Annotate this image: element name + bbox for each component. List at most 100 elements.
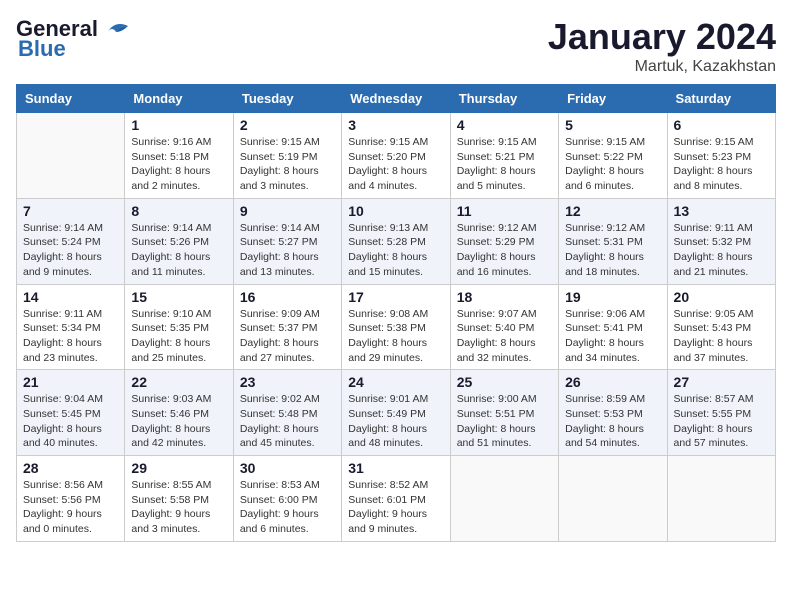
calendar-cell: 16 Sunrise: 9:09 AMSunset: 5:37 PMDayligh… (233, 284, 341, 370)
day-info: Sunrise: 8:57 AMSunset: 5:55 PMDaylight:… (674, 392, 769, 451)
day-info: Sunrise: 9:15 AMSunset: 5:19 PMDaylight:… (240, 135, 335, 194)
weekday-header: Sunday (17, 85, 125, 113)
calendar-week-row: 28 Sunrise: 8:56 AMSunset: 5:56 PMDayligh… (17, 456, 776, 542)
logo-bird-icon (102, 18, 130, 40)
day-info: Sunrise: 8:59 AMSunset: 5:53 PMDaylight:… (565, 392, 660, 451)
calendar-cell (667, 456, 775, 542)
day-number: 28 (23, 460, 118, 476)
location-subtitle: Martuk, Kazakhstan (548, 58, 776, 76)
day-info: Sunrise: 9:12 AMSunset: 5:29 PMDaylight:… (457, 221, 552, 280)
day-info: Sunrise: 9:14 AMSunset: 5:26 PMDaylight:… (131, 221, 226, 280)
calendar-header-row: SundayMondayTuesdayWednesdayThursdayFrid… (17, 85, 776, 113)
day-info: Sunrise: 9:15 AMSunset: 5:21 PMDaylight:… (457, 135, 552, 194)
calendar-cell: 11 Sunrise: 9:12 AMSunset: 5:29 PMDayligh… (450, 198, 558, 284)
calendar-cell: 13 Sunrise: 9:11 AMSunset: 5:32 PMDayligh… (667, 198, 775, 284)
day-number: 27 (674, 374, 769, 390)
day-info: Sunrise: 8:55 AMSunset: 5:58 PMDaylight:… (131, 478, 226, 537)
day-number: 5 (565, 117, 660, 133)
day-number: 24 (348, 374, 443, 390)
day-info: Sunrise: 9:03 AMSunset: 5:46 PMDaylight:… (131, 392, 226, 451)
day-info: Sunrise: 9:14 AMSunset: 5:24 PMDaylight:… (23, 221, 118, 280)
day-number: 15 (131, 289, 226, 305)
calendar-cell: 29 Sunrise: 8:55 AMSunset: 5:58 PMDayligh… (125, 456, 233, 542)
day-number: 8 (131, 203, 226, 219)
calendar-cell: 14Sunrise: 9:11 AMSunset: 5:34 PMDayligh… (17, 284, 125, 370)
calendar-cell: 22 Sunrise: 9:03 AMSunset: 5:46 PMDayligh… (125, 370, 233, 456)
day-info: Sunrise: 9:10 AMSunset: 5:35 PMDaylight:… (131, 307, 226, 366)
weekday-header: Saturday (667, 85, 775, 113)
day-info: Sunrise: 9:12 AMSunset: 5:31 PMDaylight:… (565, 221, 660, 280)
calendar-cell: 3 Sunrise: 9:15 AMSunset: 5:20 PMDaylight… (342, 113, 450, 199)
weekday-header: Monday (125, 85, 233, 113)
day-number: 16 (240, 289, 335, 305)
day-info: Sunrise: 9:00 AMSunset: 5:51 PMDaylight:… (457, 392, 552, 451)
day-number: 31 (348, 460, 443, 476)
calendar-cell: 20 Sunrise: 9:05 AMSunset: 5:43 PMDayligh… (667, 284, 775, 370)
calendar-cell: 2 Sunrise: 9:15 AMSunset: 5:19 PMDaylight… (233, 113, 341, 199)
day-info: Sunrise: 8:56 AMSunset: 5:56 PMDaylight:… (23, 478, 118, 537)
day-number: 11 (457, 203, 552, 219)
calendar-cell: 25 Sunrise: 9:00 AMSunset: 5:51 PMDayligh… (450, 370, 558, 456)
day-number: 3 (348, 117, 443, 133)
day-info: Sunrise: 9:05 AMSunset: 5:43 PMDaylight:… (674, 307, 769, 366)
day-info: Sunrise: 9:04 AMSunset: 5:45 PMDaylight:… (23, 392, 118, 451)
day-number: 17 (348, 289, 443, 305)
day-info: Sunrise: 9:15 AMSunset: 5:20 PMDaylight:… (348, 135, 443, 194)
day-info: Sunrise: 9:15 AMSunset: 5:22 PMDaylight:… (565, 135, 660, 194)
calendar-cell: 15 Sunrise: 9:10 AMSunset: 5:35 PMDayligh… (125, 284, 233, 370)
calendar-week-row: 1Sunrise: 9:16 AMSunset: 5:18 PMDaylight… (17, 113, 776, 199)
day-number: 4 (457, 117, 552, 133)
calendar-week-row: 21 Sunrise: 9:04 AMSunset: 5:45 PMDayligh… (17, 370, 776, 456)
day-info: Sunrise: 8:53 AMSunset: 6:00 PMDaylight:… (240, 478, 335, 537)
day-number: 22 (131, 374, 226, 390)
day-number: 26 (565, 374, 660, 390)
page-header: General Blue January 2024 Martuk, Kazakh… (16, 16, 776, 76)
day-info: Sunrise: 9:06 AMSunset: 5:41 PMDaylight:… (565, 307, 660, 366)
calendar-cell: 10 Sunrise: 9:13 AMSunset: 5:28 PMDayligh… (342, 198, 450, 284)
day-number: 25 (457, 374, 552, 390)
calendar-cell (450, 456, 558, 542)
day-number: 9 (240, 203, 335, 219)
day-number: 2 (240, 117, 335, 133)
day-number: 7 (23, 203, 118, 219)
day-number: 12 (565, 203, 660, 219)
calendar-cell: 28 Sunrise: 8:56 AMSunset: 5:56 PMDayligh… (17, 456, 125, 542)
day-number: 10 (348, 203, 443, 219)
day-info: Sunrise: 9:15 AMSunset: 5:23 PMDaylight:… (674, 135, 769, 194)
calendar-cell: 31Sunrise: 8:52 AMSunset: 6:01 PMDayligh… (342, 456, 450, 542)
weekday-header: Friday (559, 85, 667, 113)
day-number: 19 (565, 289, 660, 305)
calendar-cell: 6 Sunrise: 9:15 AMSunset: 5:23 PMDaylight… (667, 113, 775, 199)
calendar-cell: 21 Sunrise: 9:04 AMSunset: 5:45 PMDayligh… (17, 370, 125, 456)
day-info: Sunrise: 9:13 AMSunset: 5:28 PMDaylight:… (348, 221, 443, 280)
calendar-cell: 9Sunrise: 9:14 AMSunset: 5:27 PMDaylight… (233, 198, 341, 284)
day-number: 6 (674, 117, 769, 133)
calendar-cell: 24Sunrise: 9:01 AMSunset: 5:49 PMDayligh… (342, 370, 450, 456)
day-number: 29 (131, 460, 226, 476)
calendar-cell: 18Sunrise: 9:07 AMSunset: 5:40 PMDayligh… (450, 284, 558, 370)
day-info: Sunrise: 9:02 AMSunset: 5:48 PMDaylight:… (240, 392, 335, 451)
calendar-cell (559, 456, 667, 542)
calendar-cell: 19 Sunrise: 9:06 AMSunset: 5:41 PMDayligh… (559, 284, 667, 370)
day-number: 13 (674, 203, 769, 219)
calendar-cell: 12 Sunrise: 9:12 AMSunset: 5:31 PMDayligh… (559, 198, 667, 284)
logo-blue-text: Blue (18, 36, 66, 62)
day-number: 30 (240, 460, 335, 476)
calendar-table: SundayMondayTuesdayWednesdayThursdayFrid… (16, 84, 776, 542)
calendar-body: 1Sunrise: 9:16 AMSunset: 5:18 PMDaylight… (17, 113, 776, 542)
day-number: 14 (23, 289, 118, 305)
day-number: 21 (23, 374, 118, 390)
calendar-cell: 5 Sunrise: 9:15 AMSunset: 5:22 PMDaylight… (559, 113, 667, 199)
weekday-header: Wednesday (342, 85, 450, 113)
calendar-cell: 17Sunrise: 9:08 AMSunset: 5:38 PMDayligh… (342, 284, 450, 370)
day-info: Sunrise: 9:11 AMSunset: 5:32 PMDaylight:… (674, 221, 769, 280)
calendar-cell: 1Sunrise: 9:16 AMSunset: 5:18 PMDaylight… (125, 113, 233, 199)
calendar-cell (17, 113, 125, 199)
logo: General Blue (16, 16, 130, 62)
day-number: 20 (674, 289, 769, 305)
calendar-week-row: 14Sunrise: 9:11 AMSunset: 5:34 PMDayligh… (17, 284, 776, 370)
calendar-week-row: 7 Sunrise: 9:14 AMSunset: 5:24 PMDaylight… (17, 198, 776, 284)
day-info: Sunrise: 9:09 AMSunset: 5:37 PMDaylight:… (240, 307, 335, 366)
calendar-cell: 30 Sunrise: 8:53 AMSunset: 6:00 PMDayligh… (233, 456, 341, 542)
day-info: Sunrise: 9:07 AMSunset: 5:40 PMDaylight:… (457, 307, 552, 366)
